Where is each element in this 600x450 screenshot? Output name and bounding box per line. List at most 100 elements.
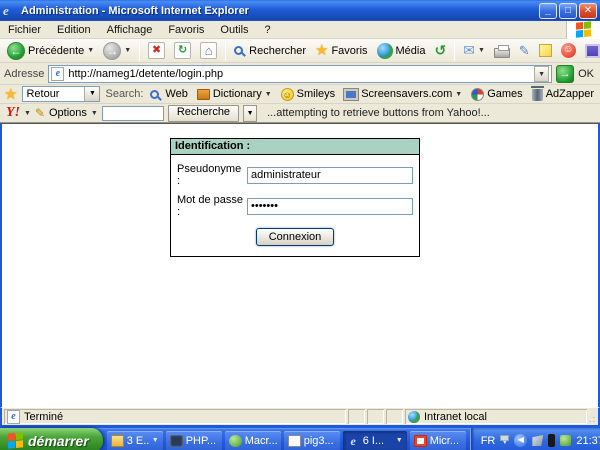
adzapper-label: AdZapper <box>545 88 594 100</box>
print-button[interactable] <box>491 43 513 59</box>
task-ie-group[interactable]: e 6 I... ▼ <box>342 430 407 450</box>
yahoo-messenger-button[interactable]: ☺ <box>558 42 579 59</box>
combo-dropdown-icon[interactable]: ▼ <box>84 87 100 101</box>
maximize-button[interactable]: □ <box>559 2 577 19</box>
zone-text: Intranet local <box>423 410 487 423</box>
back-dropdown-icon[interactable]: ▼ <box>87 47 94 54</box>
media-button[interactable]: Média <box>374 42 429 60</box>
status-pane <box>348 409 365 424</box>
search-label: Rechercher <box>249 44 306 57</box>
standard-toolbar: ← Précédente ▼ → ▼ ✖ ↻ ⌂ Rechercher ★ Fa… <box>0 39 600 63</box>
search-icon <box>234 46 244 55</box>
mail-dropdown-icon[interactable]: ▼ <box>478 47 485 54</box>
yahoo-search-dropdown-icon[interactable]: ▼ <box>243 104 258 122</box>
yahoo-dropdown-icon[interactable]: ▼ <box>24 110 31 117</box>
menu-aide[interactable]: ? <box>257 22 279 38</box>
username-label: Pseudonyme : <box>177 163 242 187</box>
menu-favoris[interactable]: Favoris <box>160 22 212 38</box>
antivirus-tray-icon[interactable] <box>560 435 572 446</box>
smileys-label: Smileys <box>296 88 336 100</box>
status-zone-panel: Intranet local <box>405 409 587 424</box>
hide-icons-chevron[interactable]: ◀ <box>514 434 528 447</box>
password-input[interactable] <box>247 197 413 215</box>
print-icon <box>493 44 510 58</box>
clock[interactable]: 21:37 <box>576 435 600 447</box>
network-tray-icon[interactable] <box>532 435 544 446</box>
go-button[interactable]: → <box>556 64 575 83</box>
menu-outils[interactable]: Outils <box>212 22 256 38</box>
address-bar: Adresse e http://nameg1/detente/login.ph… <box>0 63 600 85</box>
screensavers-dropdown-icon[interactable]: ▼ <box>455 91 462 98</box>
task-label: pig3... <box>303 434 334 447</box>
username-input[interactable] <box>247 166 413 184</box>
close-button[interactable]: ✕ <box>579 2 597 19</box>
dictionary-dropdown-icon[interactable]: ▼ <box>265 91 272 98</box>
screensavers-button[interactable]: Screensavers.com ▼ <box>342 88 464 100</box>
yahoo-search-button[interactable]: Recherche <box>167 104 240 122</box>
zone-globe-icon <box>407 410 420 423</box>
language-indicator[interactable]: FR <box>481 435 496 447</box>
status-bar: e Terminé Intranet local .: <box>0 407 600 425</box>
games-button[interactable]: Games <box>469 87 524 101</box>
password-row: Mot de passe : <box>177 194 413 218</box>
language-bar-options[interactable]: ▼ <box>500 435 510 446</box>
minimize-button[interactable]: _ <box>539 2 557 19</box>
address-url[interactable]: http://nameg1/detente/login.php <box>68 68 530 80</box>
toolbar-separator <box>225 40 227 61</box>
document-icon <box>287 434 301 447</box>
yahoo-options-label[interactable]: Options <box>49 107 87 119</box>
stop-icon: ✖ <box>148 42 166 59</box>
forward-dropdown-icon[interactable]: ▼ <box>124 47 131 54</box>
menu-affichage[interactable]: Affichage <box>99 22 161 38</box>
task-explorer-group[interactable]: 3 E... ▼ <box>106 430 163 450</box>
toolbar-separator <box>454 40 456 61</box>
task-label: 6 I... <box>362 434 385 447</box>
forward-button[interactable]: → ▼ <box>100 41 134 61</box>
task-microsoft-app[interactable]: Micr... <box>409 430 466 450</box>
device-tray-icon[interactable] <box>548 434 556 447</box>
forward-icon: → <box>103 41 122 60</box>
status-pane <box>386 409 403 424</box>
submit-row: Connexion <box>177 228 413 246</box>
toolbar-star-icon: ★ <box>4 85 18 103</box>
home-button[interactable]: ⌂ <box>197 41 220 60</box>
adzapper-button[interactable]: AdZapper <box>530 86 596 101</box>
address-label: Adresse <box>4 67 45 80</box>
yahoo-toolbar: Y! ▼ ✎ Options ▼ Recherche ▼ ...attempti… <box>0 104 600 123</box>
home-icon: ⌂ <box>200 42 218 59</box>
windows-logo-icon <box>576 21 591 38</box>
task-image-doc[interactable]: pig3... <box>283 430 340 450</box>
task-php-editor[interactable]: PHP... <box>165 430 222 450</box>
refresh-button[interactable]: ↻ <box>171 41 194 60</box>
task-label: PHP... <box>185 434 217 447</box>
task-group-dropdown-icon: ▼ <box>151 437 159 444</box>
start-label: démarrer <box>28 432 89 449</box>
yahoo-messenger-icon: ☺ <box>560 43 576 58</box>
yahoo-logo[interactable]: Y! <box>6 105 20 121</box>
edit-button[interactable]: ✎ <box>516 42 533 60</box>
favorites-button[interactable]: ★ Favoris <box>312 42 371 59</box>
search-button[interactable]: Rechercher <box>231 44 309 58</box>
start-windows-icon <box>8 432 23 449</box>
connexion-button[interactable]: Connexion <box>255 228 335 246</box>
task-macromedia[interactable]: Macr... <box>224 430 281 450</box>
stop-button[interactable]: ✖ <box>145 41 168 60</box>
media-bar-button[interactable] <box>582 43 600 59</box>
discuss-button[interactable] <box>536 43 555 58</box>
dictionary-button[interactable]: Dictionary ▼ <box>195 88 274 100</box>
yahoo-search-input[interactable] <box>101 105 164 121</box>
web-search-button[interactable]: Web <box>148 88 189 100</box>
start-button[interactable]: démarrer <box>0 428 103 450</box>
taskbar: démarrer 3 E... ▼ PHP... Macr... pig3...… <box>0 428 600 450</box>
menu-edition[interactable]: Edition <box>49 22 99 38</box>
back-button[interactable]: ← Précédente ▼ <box>4 41 97 61</box>
menu-fichier[interactable]: Fichier <box>0 22 49 38</box>
address-field[interactable]: e http://nameg1/detente/login.php ▼ <box>48 64 553 83</box>
options-dropdown-icon[interactable]: ▼ <box>91 110 98 117</box>
smileys-button[interactable]: ☺ Smileys <box>279 87 338 101</box>
mail-button[interactable]: ✉ ▼ <box>460 41 488 60</box>
history-button[interactable]: ↺ <box>431 41 449 60</box>
address-dropdown-icon[interactable]: ▼ <box>534 65 550 82</box>
search-colon-label: Search: <box>105 88 144 100</box>
search-history-combo[interactable]: Retour ▼ <box>22 86 101 102</box>
